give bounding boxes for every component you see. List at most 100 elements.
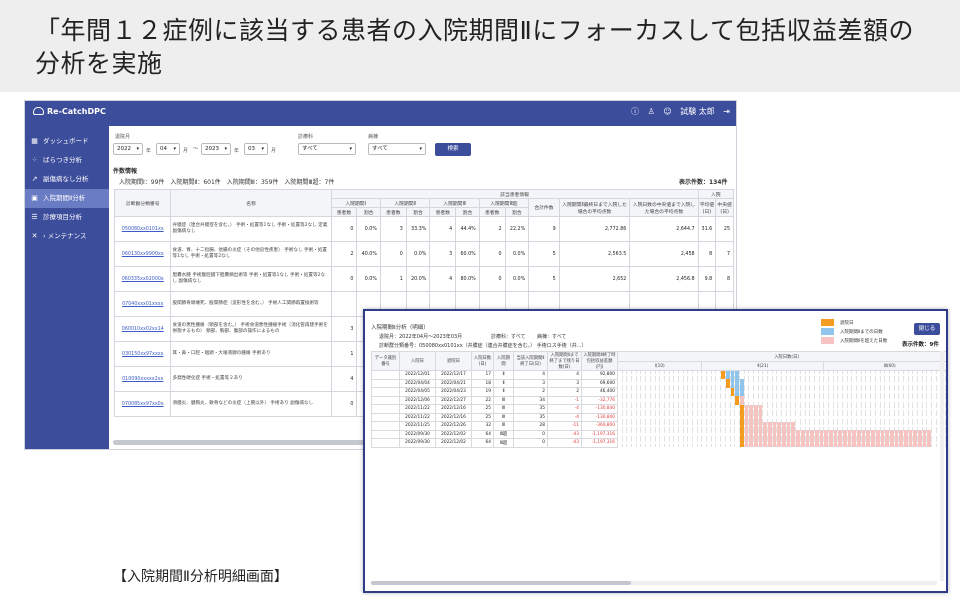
detail-scroll-thumb[interactable] (371, 581, 631, 585)
detail-diff: -130,840 (581, 412, 618, 422)
dpc-code-link[interactable]: 060010xx02xx14 (113, 316, 172, 342)
gantt-bar (726, 379, 730, 388)
sidebar-item[interactable]: ↗ 副傷病なし分析 (25, 170, 109, 189)
cell-p1: 0 (330, 266, 358, 292)
detail-col-6[interactable]: 入院期間Ⅱまで終了まで残り日数(日) (547, 351, 582, 371)
sidebar-item[interactable]: ▦ ダッシュボード (25, 132, 109, 151)
to-month-select[interactable]: 03 (244, 143, 268, 155)
gantt-bar (895, 430, 899, 439)
detail-row[interactable]: 2022/12/06 2022/12/27 22 Ⅲ 34 -1 -32,776 (371, 395, 946, 405)
dpc-code-link[interactable]: 030150xx97xxxx (113, 341, 172, 367)
cell-p4: 2 (478, 216, 506, 242)
dept-select[interactable]: すべて (298, 143, 356, 155)
dpc-code-link[interactable]: 010090xxxxx2xx (113, 366, 172, 392)
gantt-bar (838, 430, 842, 439)
gantt-bar (754, 404, 758, 413)
logout-icon[interactable]: ⇥ (723, 107, 730, 116)
detail-period: Ⅲ (493, 412, 514, 422)
detail-row[interactable]: 2022/11/22 2022/12/16 25 Ⅲ 35 -4 -130,840 (371, 412, 946, 422)
detail-days: 22 (471, 395, 494, 405)
gantt-bar (768, 438, 772, 447)
cell-total: 5 (528, 241, 560, 267)
award-icon[interactable]: ♙ (648, 107, 655, 116)
cell-b: 2,644.7 (629, 216, 699, 242)
screen-caption: 【入院期間Ⅱ分析明細画面】 (113, 569, 288, 585)
sidebar-item[interactable]: ⁘ ばらつき分析 (25, 151, 109, 170)
from-month-select[interactable]: 04 (156, 143, 180, 155)
detail-rem: 3 (547, 378, 582, 388)
gantt-bar (749, 413, 753, 422)
dpc-code-link[interactable]: 07040xxx01xxxx (113, 291, 172, 317)
table-row[interactable]: 060335xx02000x 胆嚢水腫 手術腹腔鏡下胆嚢摘出術等 手術・処置等1な… (113, 266, 734, 292)
sub-ratio-2[interactable]: 割合 (405, 207, 431, 217)
detail-col-0[interactable]: データ識別番号 (371, 351, 400, 371)
sub-count-2[interactable]: 患者数 (379, 207, 407, 217)
col-name[interactable]: 名称 (170, 189, 332, 217)
gantt-cell (945, 404, 946, 413)
cell-r4: 0.0% (504, 241, 530, 267)
detail-col-7[interactable]: 入院期間Ⅱ終了時包括収益差額(円) (581, 351, 618, 371)
gantt-bar (862, 438, 866, 447)
detail-col-3[interactable]: 入院日数(日) (471, 351, 494, 371)
detail-row[interactable]: 2022/11/22 2022/12/16 25 Ⅲ 35 -4 -130,840 (371, 404, 946, 414)
detail-row[interactable]: 2022/12/01 2022/12/17 17 Ⅱ 4 4 92,800 (371, 370, 946, 380)
dpc-code-link[interactable]: 060130xx9900xx (113, 241, 172, 267)
sub-ratio-3[interactable]: 割合 (455, 207, 480, 217)
to-year-select[interactable]: 2023 (201, 143, 231, 155)
detail-col-2[interactable]: 退院日 (435, 351, 472, 371)
sub-count-4[interactable]: 患者数 (478, 207, 506, 217)
app-name: Re-CatchDPC (47, 107, 106, 116)
slide-header: 「年間１２症例に該当する患者の入院期間Ⅱにフォーカスして包括収益差額の分析を実施 (0, 0, 960, 92)
gantt-bar (913, 438, 917, 447)
sub-ratio-1[interactable]: 割合 (356, 207, 381, 217)
sub-ratio-4[interactable]: 割合 (504, 207, 530, 217)
detail-horizontal-scrollbar[interactable] (371, 581, 937, 585)
help-circle-icon[interactable]: ⓘ (631, 107, 639, 116)
search-button[interactable]: 検索 (435, 143, 471, 156)
detail-col-1[interactable]: 入院日 (399, 351, 436, 371)
dpc-code-link[interactable]: 050080xx0101xx (113, 216, 172, 242)
detail-days: 19 (471, 387, 494, 397)
detail-row[interactable]: 2022/09/30 2022/12/02 64 Ⅲ超 0 -43 -1,197,316 (371, 438, 946, 448)
dpc-name: 多発性硬化症 手術・処置等２あり (170, 366, 332, 392)
detail-col-4[interactable]: 入院期間 (493, 351, 514, 371)
col-code[interactable]: 診断群分類番号 (113, 189, 172, 217)
sidebar-item[interactable]: ▣ 入院期間Ⅱ分析 (25, 189, 109, 208)
col-day-points[interactable]: 入院日数の中央値まで入院した場合の平均点数 (629, 198, 699, 217)
legend-over: 入院期間Ⅱを超えた日数 (840, 339, 888, 344)
from-year-select[interactable]: 2022 (113, 143, 143, 155)
table-row[interactable]: 060130xx9900xx 食道、胃、十二指腸、他腸の炎症（その他良性疾患） 手… (113, 241, 734, 267)
table-row[interactable]: 050080xx0101xx 弁膜症（連合弁膜症を含む。） 手術・処置等1なし 手… (113, 216, 734, 242)
close-button[interactable]: 閉じる (914, 323, 940, 335)
vertical-scrollbar[interactable] (940, 351, 944, 581)
sub-count-3[interactable]: 患者数 (429, 207, 457, 217)
app-logo[interactable]: Re-CatchDPC (33, 107, 106, 116)
dpc-name: 胆嚢水腫 手術腹腔鏡下胆嚢摘出術等 手術・処置等1なし 手術・処置等2なし 副傷… (170, 266, 332, 292)
ward-select[interactable]: すべて (368, 143, 426, 155)
gantt-bar (763, 421, 767, 430)
gantt-bar (834, 438, 838, 447)
gantt-bar (768, 430, 772, 439)
col-median[interactable]: 中央値(日) (715, 198, 734, 217)
gantt-bar (735, 379, 739, 388)
detail-in: 2022/09/30 (399, 438, 436, 448)
month-unit: 月 (183, 148, 189, 154)
dpc-code-link[interactable]: 070085xx97xx0x (113, 391, 172, 417)
dpc-code-link[interactable]: 060335xx02000x (113, 266, 172, 292)
gantt-bar (773, 421, 777, 430)
col-avg-days[interactable]: 平均値(日) (697, 198, 717, 217)
user-circle-icon[interactable]: ☺ (663, 107, 671, 116)
detail-row[interactable]: 2022/09/30 2022/12/02 64 Ⅲ超 0 -43 -1,197,316 (371, 429, 946, 439)
sidebar-item-label: ばらつき分析 (43, 156, 82, 164)
col-total[interactable]: 合計件数 (528, 198, 560, 217)
sidebar-item[interactable]: ☰ 診療項目分析 (25, 208, 109, 227)
sub-count-1[interactable]: 患者数 (330, 207, 358, 217)
detail-row[interactable]: 2022/11/25 2022/12/26 32 Ⅲ 28 -11 -360,800 (371, 421, 946, 431)
sidebar-item[interactable]: ✕ › メンテナンス (25, 227, 109, 246)
detail-end: 2 (513, 387, 548, 397)
gantt-bar (768, 421, 772, 430)
detail-row[interactable]: 2022/04/04 2022/04/21 18 Ⅱ 3 3 69,600 (371, 378, 946, 388)
col-admit-points[interactable]: 入院期間Ⅱ最終日まで入院した場合の平均点数 (558, 198, 631, 217)
detail-col-5[interactable]: 当該入院期間Ⅱ終了日(日) (513, 351, 548, 371)
detail-row[interactable]: 2022/04/05 2022/04/23 19 Ⅱ 2 2 46,400 (371, 387, 946, 397)
